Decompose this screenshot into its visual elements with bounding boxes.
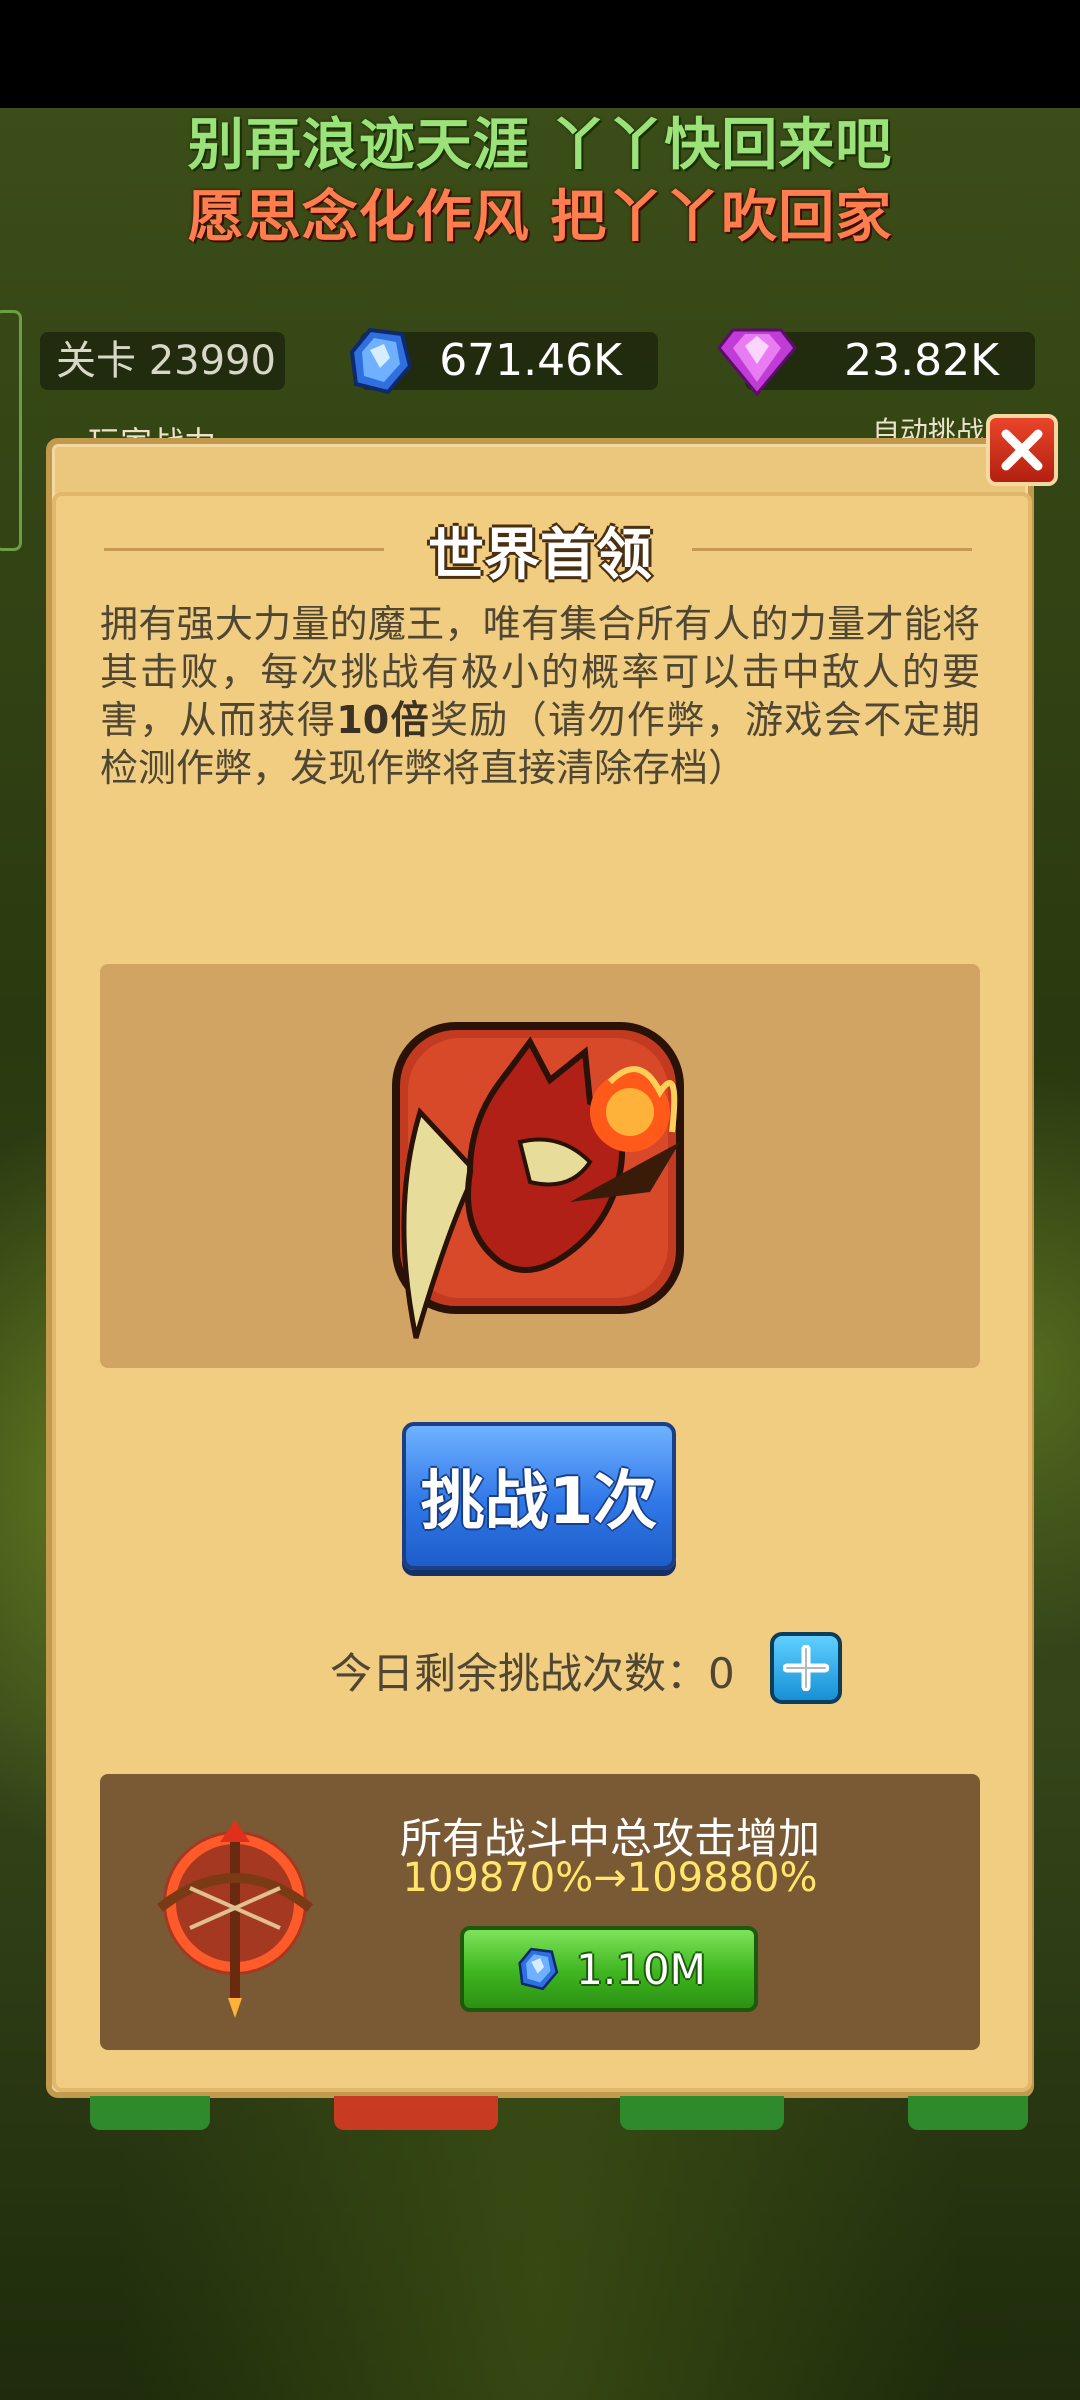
upgrade-cost: 1.10M: [576, 1944, 706, 1994]
background-button-4: [908, 2096, 1028, 2130]
plus-icon: [783, 1645, 829, 1691]
add-challenges-button[interactable]: [770, 1632, 842, 1704]
background-button-3: [620, 2096, 784, 2130]
dialog-title: 世界首领: [428, 523, 652, 588]
purple-diamond-icon: [717, 328, 797, 397]
status-bar: [0, 0, 1080, 108]
blue-gem-counter: 671.46K: [349, 327, 658, 395]
banner-line-1: 别再浪迹天涯 丫丫快回来吧: [187, 113, 893, 178]
blue-gem-icon: [349, 327, 413, 395]
challenge-button[interactable]: 挑战1次: [402, 1422, 676, 1570]
upgrade-value: 109870%→109880%: [402, 1855, 818, 1901]
blue-gem-icon: [518, 1947, 559, 1991]
purple-diamond-value: 23.82K: [844, 335, 999, 386]
crossbow-icon: [156, 1820, 314, 2018]
description-bold: 10倍: [336, 698, 430, 742]
level-label: 关卡 23990: [40, 332, 285, 390]
blue-gem-value: 671.46K: [439, 335, 622, 386]
background-button-1: [90, 2096, 210, 2130]
dialog-description: 拥有强大力量的魔王，唯有集合所有人的力量才能将其击败，每次挑战有极小的概率可以击…: [100, 600, 980, 792]
upgrade-buy-button[interactable]: 1.10M: [460, 1926, 758, 2012]
close-button[interactable]: [986, 414, 1058, 486]
remaining-challenges-label: 今日剩余挑战次数：0: [330, 1649, 735, 1698]
purple-diamond-counter: 23.82K: [717, 328, 1035, 397]
red-dragon-icon: [392, 1022, 684, 1339]
banner-line-2: 愿思念化作风 把丫丫吹回家: [187, 185, 893, 250]
background-button-2: [334, 2096, 498, 2130]
close-icon: [1001, 429, 1043, 471]
